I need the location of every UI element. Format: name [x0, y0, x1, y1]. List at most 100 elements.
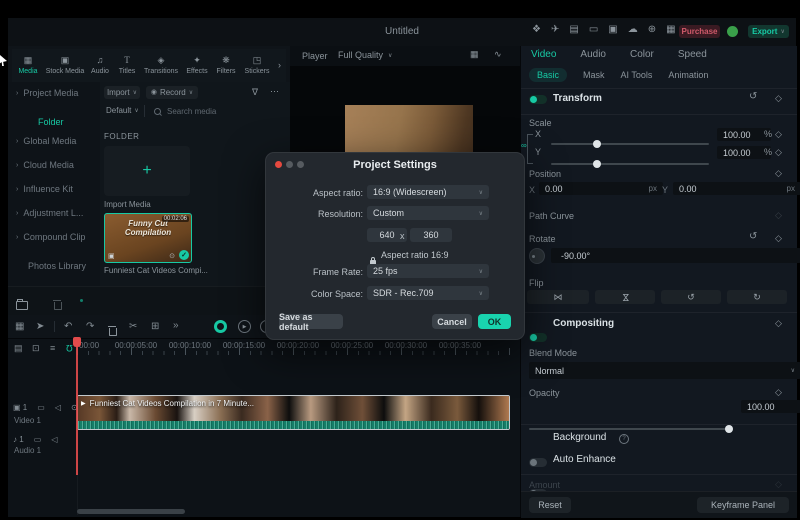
media-clip-thumbnail[interactable]: Funny Cut Compilation 00:02:06 ▣ ⊙ ✓ — [104, 213, 192, 263]
subtab-ai-tools[interactable]: AI Tools — [621, 70, 653, 80]
more-tabs-chevron-icon[interactable]: › — [278, 61, 281, 70]
playhead-handle[interactable] — [73, 337, 81, 347]
sidebar-item-global-media[interactable]: › Global Media — [16, 136, 76, 146]
opacity-slider[interactable] — [529, 425, 733, 433]
trash-icon[interactable] — [108, 326, 117, 336]
filter-icon[interactable]: ∇ — [252, 88, 258, 97]
ruler-major-ticks[interactable] — [77, 348, 517, 355]
track-lock-icon[interactable]: ▭ — [34, 435, 42, 444]
sidebar-item-cloud-media[interactable]: › Cloud Media — [16, 160, 74, 170]
gift-icon[interactable]: ❖ — [532, 25, 541, 35]
subtab-mask[interactable]: Mask — [583, 70, 605, 80]
resolution-select[interactable]: Custom ∨ — [367, 206, 489, 220]
scopes-icon[interactable]: ∿ — [494, 50, 502, 59]
more-tools-icon[interactable]: » — [173, 320, 179, 331]
scale-y-slider-handle[interactable] — [593, 160, 601, 168]
grid-view-icon[interactable]: ▦ — [470, 50, 479, 59]
export-button[interactable]: Export ∨ — [748, 25, 789, 38]
import-media-tile[interactable]: + — [104, 146, 190, 196]
crop-icon[interactable]: ⊞ — [151, 321, 159, 332]
sidebar-item-adjustment-layer[interactable]: › Adjustment L... — [16, 208, 83, 218]
search-input[interactable]: Search media — [154, 107, 216, 116]
tab-audio[interactable]: ♫ Audio — [86, 56, 114, 76]
compositing-keyframe-icon[interactable]: ◇ — [775, 318, 782, 329]
select-tool-icon[interactable]: ➤ — [36, 321, 44, 332]
sidebar-item-photos-library[interactable]: Photos Library — [28, 256, 86, 274]
record-button[interactable]: ◉ Record ∨ — [146, 86, 198, 99]
rotate-cw-button[interactable]: ↻ — [727, 290, 787, 304]
avatar[interactable] — [727, 26, 738, 37]
tab-media[interactable]: ▦ Media — [12, 56, 44, 76]
track-lock-icon[interactable]: ▭ — [37, 403, 45, 412]
path-curve-add-icon[interactable]: ◇ — [775, 210, 782, 221]
more-options-icon[interactable]: ⋯ — [270, 87, 279, 96]
playhead-line[interactable] — [76, 347, 78, 475]
blend-mode-select[interactable]: Normal ∨ — [529, 362, 800, 379]
track-mute-icon[interactable]: ◁ — [51, 435, 57, 444]
rotate-keyframe-icon[interactable]: ◇ — [775, 233, 782, 244]
send-icon[interactable]: ✈ — [551, 25, 559, 35]
ai-assistant-icon[interactable] — [214, 320, 227, 333]
track-mute-icon[interactable]: ◁ — [55, 403, 61, 412]
timeline-scrollbar[interactable] — [77, 509, 185, 514]
background-toggle[interactable] — [529, 458, 547, 467]
tab-titles[interactable]: T Titles — [114, 56, 140, 76]
ok-button[interactable]: OK — [478, 314, 511, 329]
tab-transitions[interactable]: ◈ Transitions — [140, 56, 182, 76]
save-as-default-button[interactable]: Save as default — [279, 312, 343, 332]
cloud-upload-icon[interactable]: ☁ — [628, 25, 638, 35]
color-space-select[interactable]: SDR - Rec.709 ∨ — [367, 286, 489, 300]
opacity-keyframe-icon[interactable]: ◇ — [775, 387, 782, 398]
transform-toggle[interactable] — [529, 95, 547, 104]
timeline-video-clip[interactable]: ▶ Funniest Cat Videos Compilation in 7 M… — [77, 395, 510, 430]
tab-effects[interactable]: ✦ Effects — [182, 56, 212, 76]
rotate-ccw-button[interactable]: ↺ — [661, 290, 721, 304]
subtab-basic[interactable]: Basic — [529, 68, 568, 82]
scale-x-value[interactable]: 100.00 — [717, 128, 771, 141]
purchase-button[interactable]: Purchase — [679, 25, 720, 38]
play-icon[interactable]: ▶ — [238, 320, 251, 333]
link-scale-icon[interactable]: ∞ — [521, 141, 527, 150]
reset-transform-icon[interactable]: ↺ — [749, 92, 757, 102]
sidebar-item-influence-kit[interactable]: › Influence Kit — [16, 184, 73, 194]
pos-x-input[interactable]: 0.00 px — [539, 182, 663, 195]
position-keyframe-icon[interactable]: ◇ — [775, 168, 782, 179]
quality-dropdown[interactable]: Full Quality ∨ — [338, 50, 392, 60]
snap-magnet-icon[interactable]: Ω — [66, 343, 73, 353]
reset-rotate-icon[interactable]: ↺ — [749, 232, 757, 242]
scale-x-keyframe-icon[interactable]: ◇ — [775, 129, 782, 140]
rotate-value[interactable]: -90.00° — [551, 248, 800, 263]
sidebar-item-folder[interactable]: Folder — [38, 112, 64, 130]
frame-rate-select[interactable]: 25 fps ∨ — [367, 264, 489, 278]
track-layout-icon[interactable]: ▦ — [15, 321, 24, 332]
rotate-dial[interactable] — [529, 248, 545, 264]
opacity-value[interactable]: 100.00 — [741, 400, 800, 413]
transform-keyframe-icon[interactable]: ◇ — [775, 93, 782, 104]
redo-icon[interactable]: ↷ — [86, 321, 94, 332]
reset-button[interactable]: Reset — [529, 497, 571, 513]
sidebar-item-project-media[interactable]: › Project Media — [16, 88, 78, 98]
keyboard-icon[interactable]: ▤ — [569, 25, 578, 35]
delete-icon[interactable] — [53, 300, 63, 310]
tab-stickers[interactable]: ◳ Stickers — [240, 56, 274, 76]
height-input[interactable]: 360 — [410, 228, 452, 242]
apps-grid-icon[interactable]: ▦ — [666, 25, 675, 35]
keyframe-panel-button[interactable]: Keyframe Panel — [697, 497, 789, 513]
tab-speed[interactable]: Speed — [678, 49, 707, 60]
pos-y-input[interactable]: 0.00 px — [673, 182, 800, 195]
scale-y-keyframe-icon[interactable]: ◇ — [775, 147, 782, 158]
undo-icon[interactable]: ↶ — [64, 321, 72, 332]
opacity-slider-handle[interactable] — [725, 425, 733, 433]
tab-video[interactable]: Video — [531, 49, 556, 60]
save-icon[interactable]: ▣ — [608, 25, 617, 35]
scale-y-value[interactable]: 100.00 — [717, 146, 771, 159]
sidebar-item-compound-clip[interactable]: › Compound Clip — [16, 232, 85, 242]
flip-vertical-button[interactable]: ⋈ — [595, 290, 655, 304]
sort-dropdown[interactable]: Default ∨ — [106, 106, 139, 115]
track-list-icon[interactable]: ≡ — [50, 343, 55, 353]
display-icon[interactable]: ▭ — [589, 25, 598, 35]
tab-filters[interactable]: ❋ Filters — [212, 56, 240, 76]
tab-color[interactable]: Color — [630, 49, 654, 60]
globe-icon[interactable]: ⊕ — [648, 25, 656, 35]
compositing-toggle[interactable] — [529, 333, 547, 342]
